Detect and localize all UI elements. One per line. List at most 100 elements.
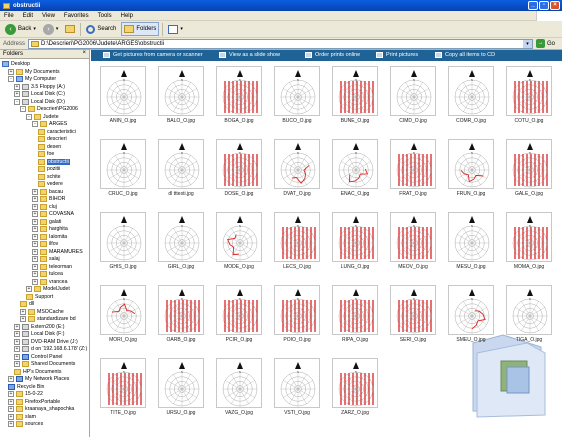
- menu-view[interactable]: View: [42, 13, 55, 19]
- file-thumbnail[interactable]: N VSTI_O.jpg: [269, 358, 325, 424]
- file-thumbnail[interactable]: N MORI_O.jpg: [95, 285, 151, 351]
- expand-icon[interactable]: +: [32, 248, 38, 255]
- file-thumbnail[interactable]: N ANIN_O.jpg: [95, 66, 151, 132]
- file-thumbnail[interactable]: N COTU_O.jpg: [501, 66, 557, 132]
- file-thumbnail[interactable]: N BOGA_O.jpg: [211, 66, 267, 132]
- address-input[interactable]: D:\Descrieri\PG2006\Judete\ARGES\obstruc…: [28, 38, 534, 49]
- collapse-icon[interactable]: -: [26, 113, 32, 120]
- folders-button[interactable]: Folders: [121, 22, 160, 36]
- file-thumbnail[interactable]: N URSU_O.jpg: [153, 358, 209, 424]
- task-link[interactable]: Get pictures from camera or scanner: [103, 52, 203, 58]
- maximize-button[interactable]: ▫: [539, 1, 549, 10]
- file-thumbnail[interactable]: N VAZG_O.jpg: [211, 358, 267, 424]
- task-link[interactable]: Print pictures: [376, 52, 418, 58]
- task-link[interactable]: Copy all items to CD: [435, 52, 495, 58]
- expand-icon[interactable]: +: [8, 376, 14, 382]
- expand-icon[interactable]: +: [14, 83, 20, 90]
- expand-icon[interactable]: +: [32, 263, 38, 270]
- forward-button[interactable]: › ▾: [41, 22, 61, 36]
- file-thumbnail[interactable]: N FRUN_O.jpg: [443, 139, 499, 205]
- file-thumbnail[interactable]: N LECS_O.jpg: [269, 212, 325, 278]
- file-thumbnail[interactable]: N RIPA_O.jpg: [327, 285, 383, 351]
- expand-icon[interactable]: +: [32, 233, 38, 240]
- expand-icon[interactable]: +: [8, 391, 14, 397]
- expand-icon[interactable]: +: [14, 338, 20, 345]
- file-thumbnail[interactable]: N ZARZ_O.jpg: [327, 358, 383, 424]
- collapse-icon[interactable]: -: [14, 98, 20, 105]
- expand-icon[interactable]: +: [20, 308, 26, 315]
- expand-icon[interactable]: +: [8, 68, 14, 75]
- expand-icon[interactable]: +: [32, 211, 38, 217]
- file-thumbnail[interactable]: N OARB_O.jpg: [153, 285, 209, 351]
- expand-icon[interactable]: +: [8, 421, 14, 427]
- expand-icon[interactable]: +: [8, 398, 14, 405]
- expand-icon[interactable]: +: [32, 278, 38, 285]
- file-thumbnail[interactable]: N PCIR_O.jpg: [211, 285, 267, 351]
- collapse-icon[interactable]: -: [20, 106, 26, 112]
- toolbar-separator: [162, 22, 164, 36]
- up-button[interactable]: [63, 22, 77, 36]
- expand-icon[interactable]: +: [14, 361, 20, 367]
- file-thumbnail[interactable]: N SERI_O.jpg: [385, 285, 441, 351]
- file-thumbnail[interactable]: N MODE_O.jpg: [211, 212, 267, 278]
- address-dropdown-icon[interactable]: ▾: [523, 39, 533, 48]
- collapse-icon[interactable]: -: [32, 121, 38, 127]
- file-thumbnail[interactable]: N SMEU_O.jpg: [443, 285, 499, 351]
- file-thumbnail[interactable]: N COMR_O.jpg: [443, 66, 499, 132]
- file-thumbnail[interactable]: N TITE_O.jpg: [95, 358, 151, 424]
- task-link[interactable]: View as a slide show: [219, 52, 280, 58]
- file-thumbnail[interactable]: N DVAT_O.jpg: [269, 139, 325, 205]
- file-thumbnail[interactable]: N MOMA_O.jpg: [501, 212, 557, 278]
- file-thumbnail[interactable]: N GHIS_O.jpg: [95, 212, 151, 278]
- views-button[interactable]: ▾: [166, 22, 185, 36]
- file-thumbnail[interactable]: Ndl tttesti.jpg: [153, 139, 209, 205]
- file-thumbnail[interactable]: N POIO_O.jpg: [269, 285, 325, 351]
- file-thumbnail[interactable]: N LUNG_O.jpg: [327, 212, 383, 278]
- minimize-button[interactable]: _: [528, 1, 538, 10]
- expand-icon[interactable]: +: [14, 346, 20, 352]
- expand-icon[interactable]: +: [26, 286, 32, 292]
- expand-icon[interactable]: +: [14, 91, 20, 97]
- go-button[interactable]: → Go: [536, 39, 555, 48]
- back-button[interactable]: ‹ Back ▾: [3, 22, 38, 36]
- tree-item[interactable]: + sources: [8, 420, 43, 428]
- file-thumbnail[interactable]: N MEOV_O.jpg: [385, 212, 441, 278]
- expand-icon[interactable]: +: [32, 188, 38, 195]
- close-pane-icon[interactable]: ×: [82, 50, 86, 56]
- menu-tools[interactable]: Tools: [98, 13, 112, 19]
- file-thumbnail[interactable]: N BALO_O.jpg: [153, 66, 209, 132]
- expand-icon[interactable]: +: [32, 226, 38, 232]
- menu-edit[interactable]: Edit: [23, 13, 33, 19]
- search-button[interactable]: Search: [84, 22, 118, 36]
- file-thumbnail[interactable]: N BUCO_O.jpg: [269, 66, 325, 132]
- expand-icon[interactable]: +: [32, 256, 38, 262]
- file-thumbnail[interactable]: N GALE_O.jpg: [501, 139, 557, 205]
- expand-icon[interactable]: +: [8, 413, 14, 420]
- file-thumbnail[interactable]: N TIGA_O.jpg: [501, 285, 557, 351]
- file-thumbnail[interactable]: N MESU_O.jpg: [443, 212, 499, 278]
- menu-favorites[interactable]: Favorites: [64, 13, 89, 19]
- menu-file[interactable]: File: [4, 13, 14, 19]
- expand-icon[interactable]: +: [20, 316, 26, 322]
- task-link[interactable]: Order prints online: [305, 52, 360, 58]
- expand-icon[interactable]: +: [32, 218, 38, 225]
- expand-icon[interactable]: +: [32, 196, 38, 202]
- file-thumbnail[interactable]: N DOSE_O.jpg: [211, 139, 267, 205]
- menu-help[interactable]: Help: [121, 13, 133, 19]
- expand-icon[interactable]: +: [14, 323, 20, 330]
- file-thumbnail[interactable]: N CIMD_O.jpg: [385, 66, 441, 132]
- expand-icon[interactable]: +: [32, 271, 38, 277]
- expand-icon[interactable]: +: [8, 406, 14, 412]
- expand-icon[interactable]: +: [14, 331, 20, 337]
- expand-icon[interactable]: +: [32, 241, 38, 247]
- expand-icon[interactable]: +: [32, 203, 38, 210]
- file-thumbnail[interactable]: N ENAC_O.jpg: [327, 139, 383, 205]
- collapse-icon[interactable]: -: [8, 76, 14, 82]
- special-icon: [8, 383, 15, 390]
- close-button[interactable]: ×: [550, 1, 560, 10]
- file-thumbnail[interactable]: N GIRL_O.jpg: [153, 212, 209, 278]
- file-thumbnail[interactable]: N CRUC_O.jpg: [95, 139, 151, 205]
- file-thumbnail[interactable]: N BUNE_O.jpg: [327, 66, 383, 132]
- expand-icon[interactable]: +: [14, 353, 20, 360]
- file-thumbnail[interactable]: N FRAT_O.jpg: [385, 139, 441, 205]
